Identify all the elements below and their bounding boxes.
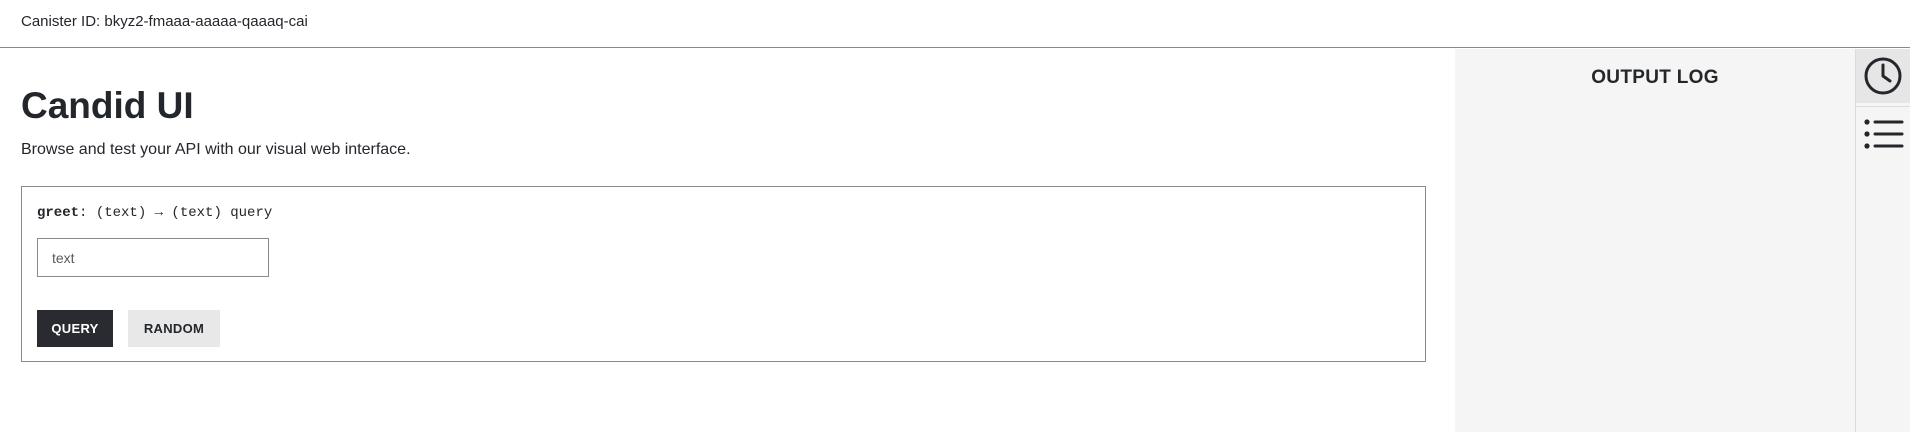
method-card-greet: greet: (text) → (text) query QUERY RANDO… xyxy=(21,186,1426,362)
top-bar: Canister ID: bkyz2-fmaaa-aaaaa-qaaaq-cai xyxy=(0,0,1910,48)
output-log-title: OUTPUT LOG xyxy=(1591,67,1719,88)
method-type-signature: : (text) → (text) query xyxy=(79,205,273,221)
argument-text-input[interactable] xyxy=(37,238,269,277)
list-icon xyxy=(1864,119,1904,149)
history-tab-button[interactable] xyxy=(1856,49,1910,103)
page-subtitle: Browse and test your API with our visual… xyxy=(21,141,411,158)
page-title: Candid UI xyxy=(21,85,194,126)
methods-tab-button[interactable] xyxy=(1856,106,1910,161)
method-name: greet xyxy=(37,205,80,221)
clock-icon xyxy=(1864,57,1902,95)
main-content: Candid UI Browse and test your API with … xyxy=(0,49,1455,432)
side-rail xyxy=(1855,49,1910,432)
random-button[interactable]: RANDOM xyxy=(128,310,220,347)
query-button[interactable]: QUERY xyxy=(37,310,113,347)
method-signature: greet: (text) → (text) query xyxy=(37,205,272,221)
canister-id-label: Canister ID: bkyz2-fmaaa-aaaaa-qaaaq-cai xyxy=(21,13,308,30)
output-log-panel: OUTPUT LOG xyxy=(1455,49,1855,432)
